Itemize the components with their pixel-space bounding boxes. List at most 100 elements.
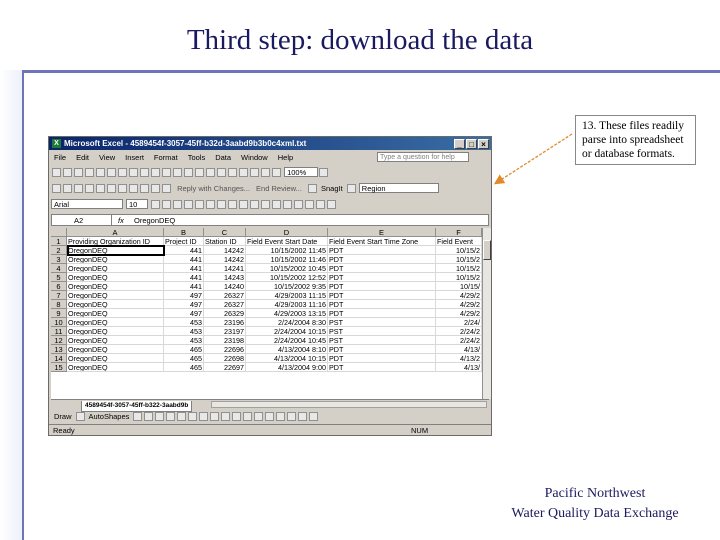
table-cell[interactable]: 2/24/ — [436, 318, 482, 327]
review-icon-8[interactable] — [129, 184, 138, 193]
table-cell[interactable]: 10/15/2002 11:46 — [246, 255, 328, 264]
header-cell-time-zone[interactable]: Field Event Start Time Zone — [328, 237, 436, 246]
table-cell[interactable]: OregonDEQ — [67, 354, 164, 363]
permission-icon[interactable] — [85, 168, 94, 177]
table-cell[interactable]: 497 — [164, 300, 204, 309]
table-cell[interactable]: 10/15/ — [436, 282, 482, 291]
table-cell[interactable]: OregonDEQ — [67, 246, 164, 255]
table-cell[interactable]: PDT — [328, 354, 436, 363]
table-cell[interactable]: 10/15/2 — [436, 264, 482, 273]
column-header-f[interactable]: F — [436, 228, 482, 237]
3d-icon[interactable] — [309, 412, 319, 421]
review-icon-1[interactable] — [52, 184, 61, 193]
row-header-9[interactable]: 9 — [51, 309, 67, 318]
font-size-select[interactable]: 10 — [126, 199, 148, 209]
sort-ascending-icon[interactable] — [239, 168, 248, 177]
table-cell[interactable]: 14240 — [204, 282, 246, 291]
row-header-8[interactable]: 8 — [51, 300, 67, 309]
menu-help[interactable]: Help — [273, 151, 298, 164]
font-color-icon[interactable] — [327, 200, 337, 209]
review-icon-6[interactable] — [107, 184, 116, 193]
table-cell[interactable]: 4/29/2 — [436, 309, 482, 318]
table-cell[interactable]: 4/29/2003 11:15 — [246, 291, 328, 300]
menu-window[interactable]: Window — [236, 151, 273, 164]
table-cell[interactable]: 497 — [164, 291, 204, 300]
autoshapes-menu[interactable]: AutoShapes — [89, 410, 130, 423]
select-objects-icon[interactable] — [75, 412, 85, 421]
table-cell[interactable]: PDT — [328, 264, 436, 273]
column-header-b[interactable]: B — [164, 228, 204, 237]
table-cell[interactable]: 22698 — [204, 354, 246, 363]
table-cell[interactable]: 10/15/2002 10:45 — [246, 264, 328, 273]
table-cell[interactable]: 453 — [164, 327, 204, 336]
excel-titlebar[interactable]: X Microsoft Excel - 4589454f-3057-45ff-b3… — [49, 137, 491, 150]
row-header-10[interactable]: 10 — [51, 318, 67, 327]
table-cell[interactable]: 441 — [164, 264, 204, 273]
review-icon-4[interactable] — [85, 184, 94, 193]
underline-icon[interactable] — [173, 200, 183, 209]
column-header-a[interactable]: A — [67, 228, 164, 237]
autosum-icon[interactable] — [228, 168, 237, 177]
table-cell[interactable]: 4/13/ — [436, 363, 482, 372]
table-cell[interactable]: 441 — [164, 255, 204, 264]
table-cell[interactable]: 465 — [164, 345, 204, 354]
table-cell[interactable]: PST — [328, 318, 436, 327]
row-header-12[interactable]: 12 — [51, 336, 67, 345]
table-cell[interactable]: OregonDEQ — [67, 300, 164, 309]
table-cell[interactable]: OregonDEQ — [67, 255, 164, 264]
shadow-icon[interactable] — [298, 412, 308, 421]
review-icon-5[interactable] — [96, 184, 105, 193]
row-header-6[interactable]: 6 — [51, 282, 67, 291]
table-cell[interactable]: PDT — [328, 300, 436, 309]
name-box[interactable]: A2 — [52, 215, 112, 225]
table-cell[interactable]: 22697 — [204, 363, 246, 372]
table-cell[interactable]: OregonDEQ — [67, 273, 164, 282]
help-icon[interactable] — [319, 168, 329, 177]
select-all-corner[interactable] — [51, 228, 67, 237]
redo-icon[interactable] — [206, 168, 215, 177]
table-cell[interactable]: PST — [328, 327, 436, 336]
row-header-15[interactable]: 15 — [51, 363, 67, 372]
italic-icon[interactable] — [162, 200, 172, 209]
table-cell[interactable]: 10/15/2002 11:45 — [246, 246, 328, 255]
review-icon-10[interactable] — [151, 184, 160, 193]
vertical-scrollbar[interactable] — [482, 228, 491, 399]
save-icon[interactable] — [74, 168, 83, 177]
table-cell[interactable]: 4/29/2 — [436, 291, 482, 300]
table-cell[interactable]: 4/29/2 — [436, 300, 482, 309]
table-cell[interactable]: 14242 — [204, 255, 246, 264]
review-icon-3[interactable] — [74, 184, 83, 193]
table-cell[interactable]: OregonDEQ — [67, 336, 164, 345]
table-cell[interactable]: OregonDEQ — [67, 318, 164, 327]
header-cell-station[interactable]: Station ID — [204, 237, 246, 246]
column-header-e[interactable]: E — [328, 228, 436, 237]
table-cell[interactable]: 4/13/2004 9:00 — [246, 363, 328, 372]
table-cell[interactable]: OregonDEQ — [67, 291, 164, 300]
table-cell[interactable]: 453 — [164, 336, 204, 345]
table-cell[interactable]: 10/15/2002 12:52 — [246, 273, 328, 282]
column-header-d[interactable]: D — [246, 228, 328, 237]
review-icon-7[interactable] — [118, 184, 127, 193]
minimize-icon[interactable]: _ — [454, 139, 465, 149]
increase-decimal-icon[interactable] — [261, 200, 271, 209]
table-cell[interactable]: PST — [328, 336, 436, 345]
close-icon[interactable]: × — [478, 139, 489, 149]
table-cell[interactable]: 4/13/2 — [436, 354, 482, 363]
row-header-14[interactable]: 14 — [51, 354, 67, 363]
research-icon[interactable] — [140, 168, 149, 177]
maximize-icon[interactable]: □ — [466, 139, 477, 149]
horizontal-scrollbar[interactable] — [211, 401, 487, 408]
chart-wizard-icon[interactable] — [261, 168, 270, 177]
scroll-thumb[interactable] — [483, 240, 491, 260]
table-cell[interactable]: 23196 — [204, 318, 246, 327]
oval-icon[interactable] — [166, 412, 176, 421]
table-cell[interactable]: 2/24/2004 8:30 — [246, 318, 328, 327]
table-cell[interactable]: 4/29/2003 11:16 — [246, 300, 328, 309]
table-cell[interactable]: 10/15/2 — [436, 255, 482, 264]
table-cell[interactable]: OregonDEQ — [67, 363, 164, 372]
review-icon-2[interactable] — [63, 184, 72, 193]
draw-menu[interactable]: Draw — [54, 410, 72, 423]
table-cell[interactable]: 4/13/2004 10:15 — [246, 354, 328, 363]
table-cell[interactable]: OregonDEQ — [67, 264, 164, 273]
row-header-4[interactable]: 4 — [51, 264, 67, 273]
